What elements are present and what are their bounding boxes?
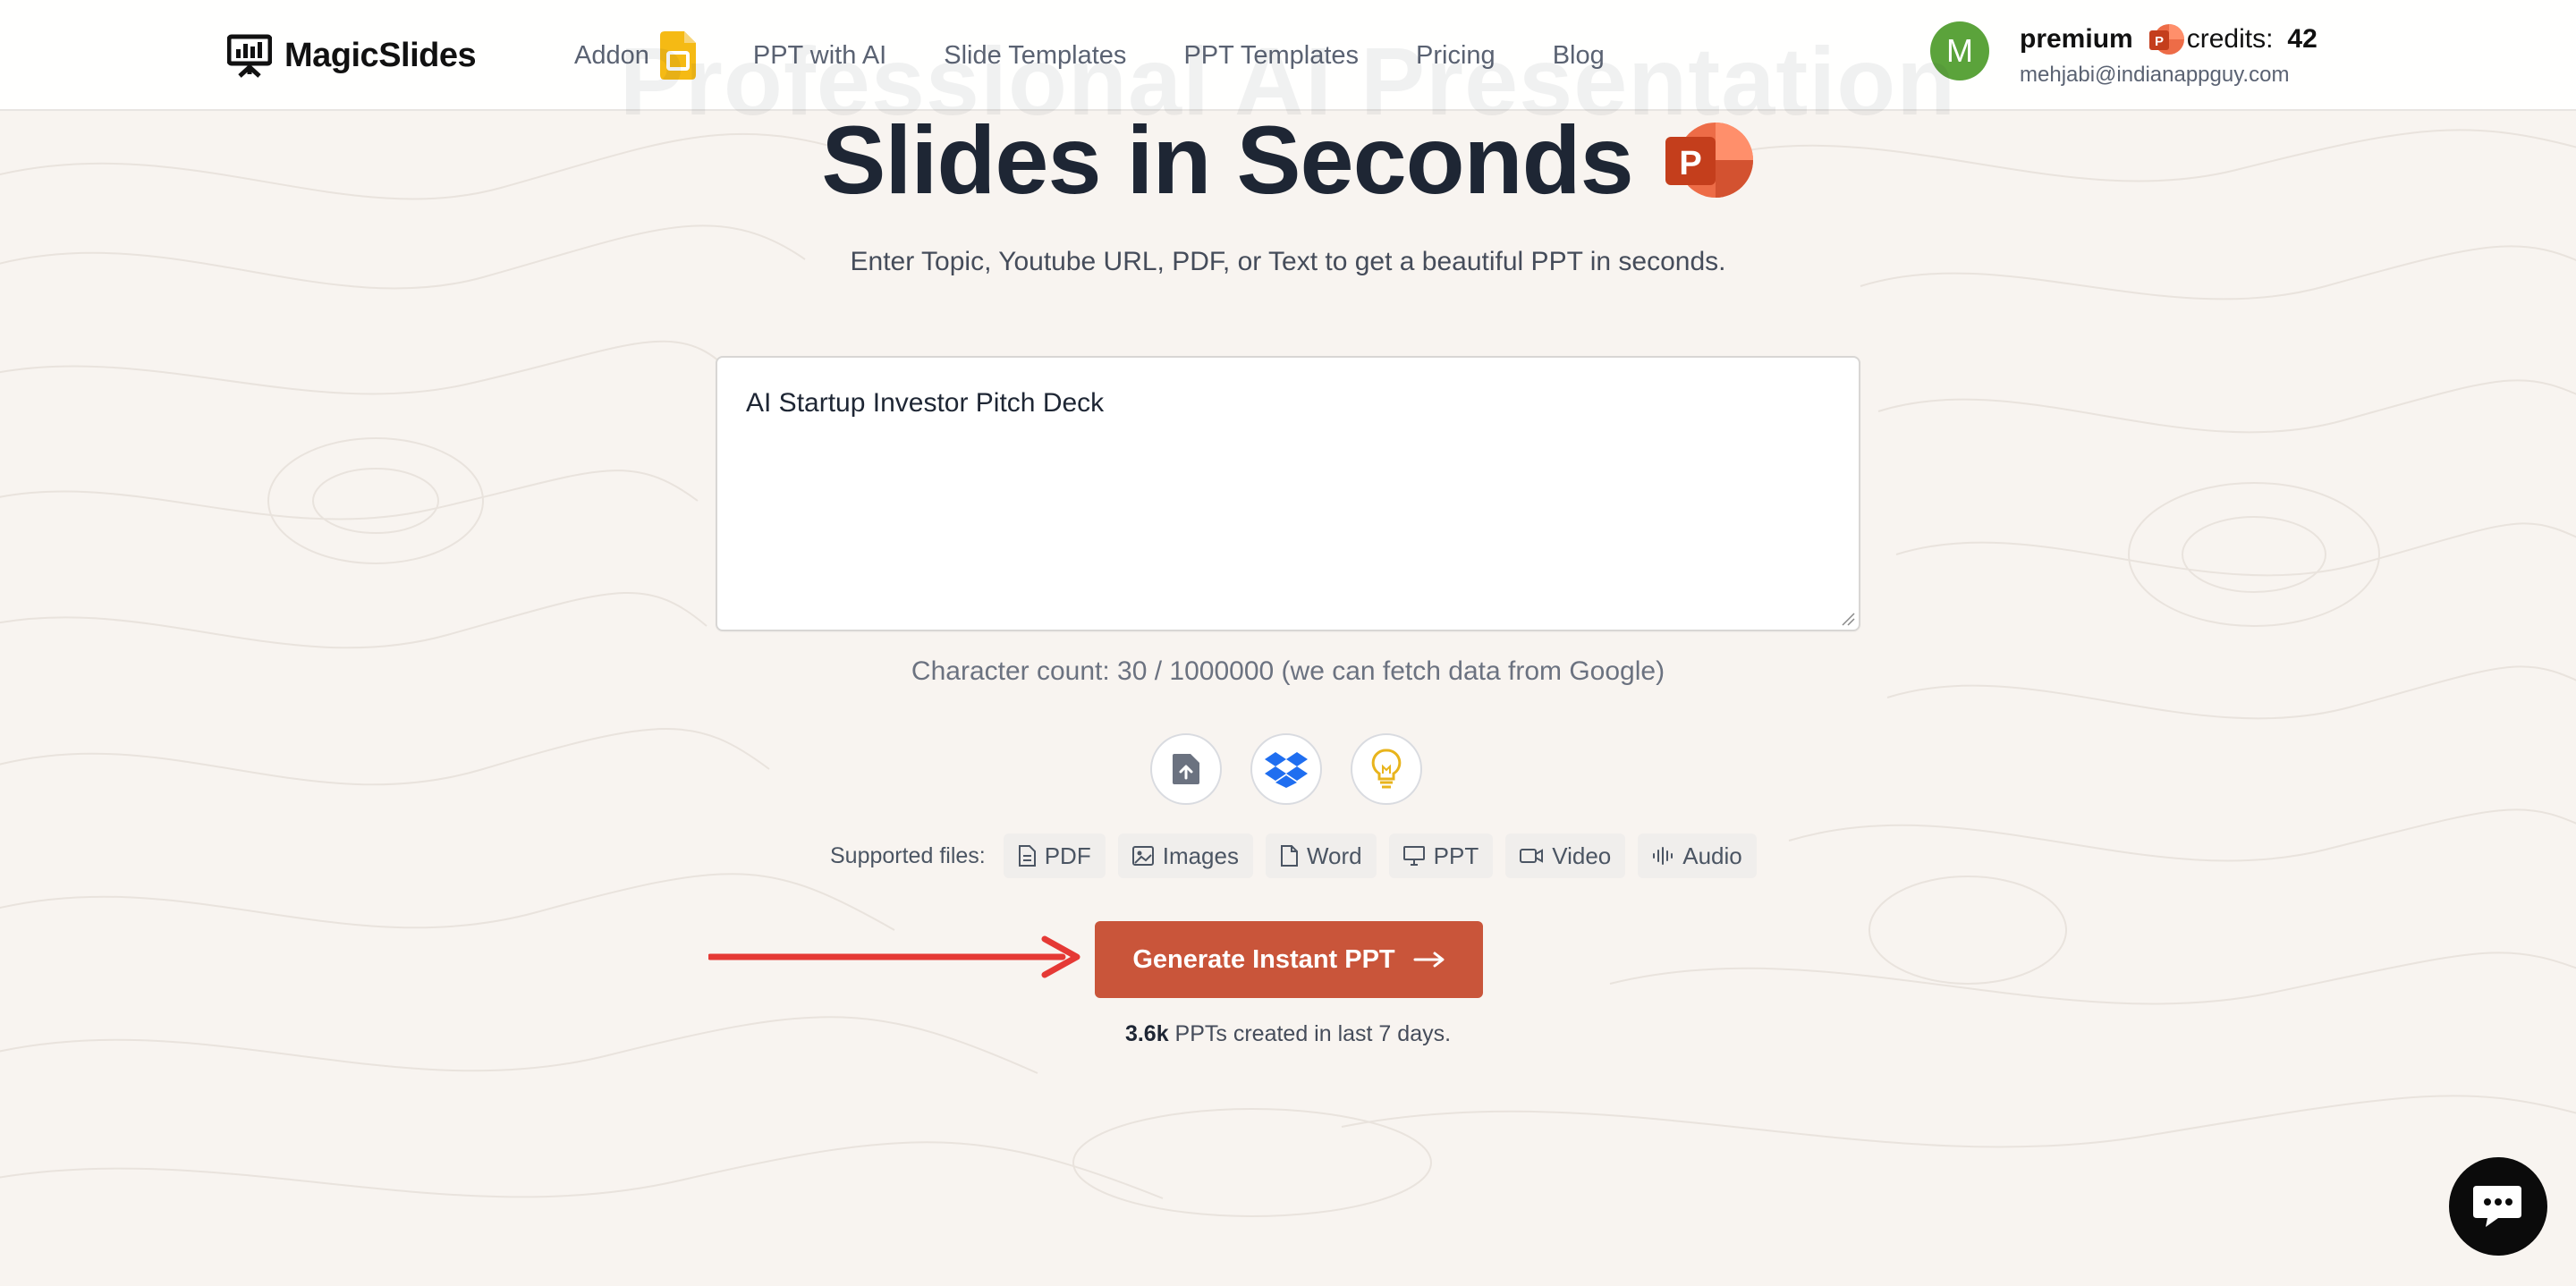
google-slides-icon: [659, 31, 696, 80]
top-navbar: MagicSlides Addon PPT with AI Slide Temp…: [0, 0, 2576, 111]
upload-file-button[interactable]: [1150, 733, 1222, 805]
presentation-board-icon: [227, 34, 272, 78]
file-type-label: PPT: [1433, 842, 1479, 869]
nav-item-slide-templates[interactable]: Slide Templates: [944, 41, 1126, 71]
chat-icon: [2473, 1186, 2521, 1227]
stats-count: 3.6k: [1124, 1021, 1169, 1046]
supported-files: Supported files: PDF Images Word PPT Vid…: [830, 833, 1757, 878]
user-info: premium P credits: 42 mehjabi@indianappg…: [2020, 20, 2318, 91]
dropbox-button[interactable]: [1250, 733, 1322, 805]
ppt-created-stats: 3.6k PPTs created in last 7 days.: [0, 1021, 2576, 1047]
generate-instant-ppt-button[interactable]: Generate Instant PPT: [1095, 921, 1483, 998]
file-text-icon: [1018, 845, 1036, 867]
powerpoint-icon: P: [1665, 122, 1753, 198]
source-buttons: [1150, 733, 1422, 805]
credits-value: 42: [2287, 24, 2318, 54]
lightbulb-icon: [1371, 749, 1402, 789]
file-type-label: Word: [1306, 842, 1362, 869]
magicslides-logo[interactable]: MagicSlides: [227, 30, 477, 80]
file-type-word: Word: [1265, 833, 1377, 878]
image-icon: [1131, 846, 1154, 866]
nav-item-addon[interactable]: Addon: [574, 31, 696, 80]
video-icon: [1520, 849, 1544, 863]
nav-item-blog[interactable]: Blog: [1553, 41, 1605, 71]
file-type-label: PDF: [1044, 842, 1091, 869]
user-account-menu[interactable]: M premium P credits: 42 mehjabi@indianap…: [1930, 20, 2318, 91]
nav-item-ppt-templates[interactable]: PPT Templates: [1183, 41, 1359, 71]
character-count: Character count: 30 / 1000000 (we can fe…: [911, 656, 1665, 686]
file-type-label: Audio: [1682, 842, 1742, 869]
presentation-icon: [1402, 846, 1425, 866]
hero-title-text: Slides in Seconds: [821, 106, 1633, 214]
generate-button-label: Generate Instant PPT: [1132, 944, 1395, 974]
nav-item-ppt-with-ai[interactable]: PPT with AI: [753, 41, 886, 71]
powerpoint-icon: P: [2148, 24, 2184, 55]
file-type-pdf: PDF: [1003, 833, 1106, 878]
avatar[interactable]: M: [1930, 21, 1989, 80]
stats-text: PPTs created in last 7 days.: [1168, 1021, 1452, 1046]
resize-handle-icon[interactable]: [1841, 612, 1855, 626]
svg-text:P: P: [2155, 34, 2164, 49]
svg-text:P: P: [1679, 145, 1701, 182]
pointer-arrow: [708, 935, 1080, 978]
dropbox-icon: [1265, 752, 1308, 788]
nav-item-pricing[interactable]: Pricing: [1416, 41, 1496, 71]
credits-label: credits:: [2186, 24, 2274, 54]
file-type-label: Video: [1552, 842, 1612, 869]
chat-widget-button[interactable]: [2449, 1157, 2547, 1256]
file-type-label: Images: [1162, 842, 1239, 869]
file-type-ppt: PPT: [1388, 833, 1494, 878]
hero-title: Slides in Seconds P: [0, 104, 2576, 216]
file-type-video: Video: [1505, 833, 1626, 878]
upload-icon: [1173, 754, 1199, 784]
topic-input[interactable]: AI Startup Investor Pitch Deck: [716, 356, 1860, 631]
nav-item-label: Addon: [574, 40, 649, 70]
file-type-audio: Audio: [1638, 833, 1757, 878]
audio-wave-icon: [1653, 847, 1674, 865]
file-type-images: Images: [1117, 833, 1253, 878]
main-nav: Addon PPT with AI Slide Templates PPT Te…: [574, 31, 1605, 80]
hero-subtitle: Enter Topic, Youtube URL, PDF, or Text t…: [850, 247, 1726, 276]
logo-text: MagicSlides: [284, 36, 477, 74]
user-email: mehjabi@indianappguy.com: [2020, 63, 2290, 87]
topic-ideas-button[interactable]: [1351, 733, 1422, 805]
plan-badge: premium: [2020, 24, 2133, 54]
supported-files-label: Supported files:: [830, 842, 986, 868]
file-icon: [1280, 845, 1298, 867]
arrow-right-icon: [1413, 952, 1445, 968]
